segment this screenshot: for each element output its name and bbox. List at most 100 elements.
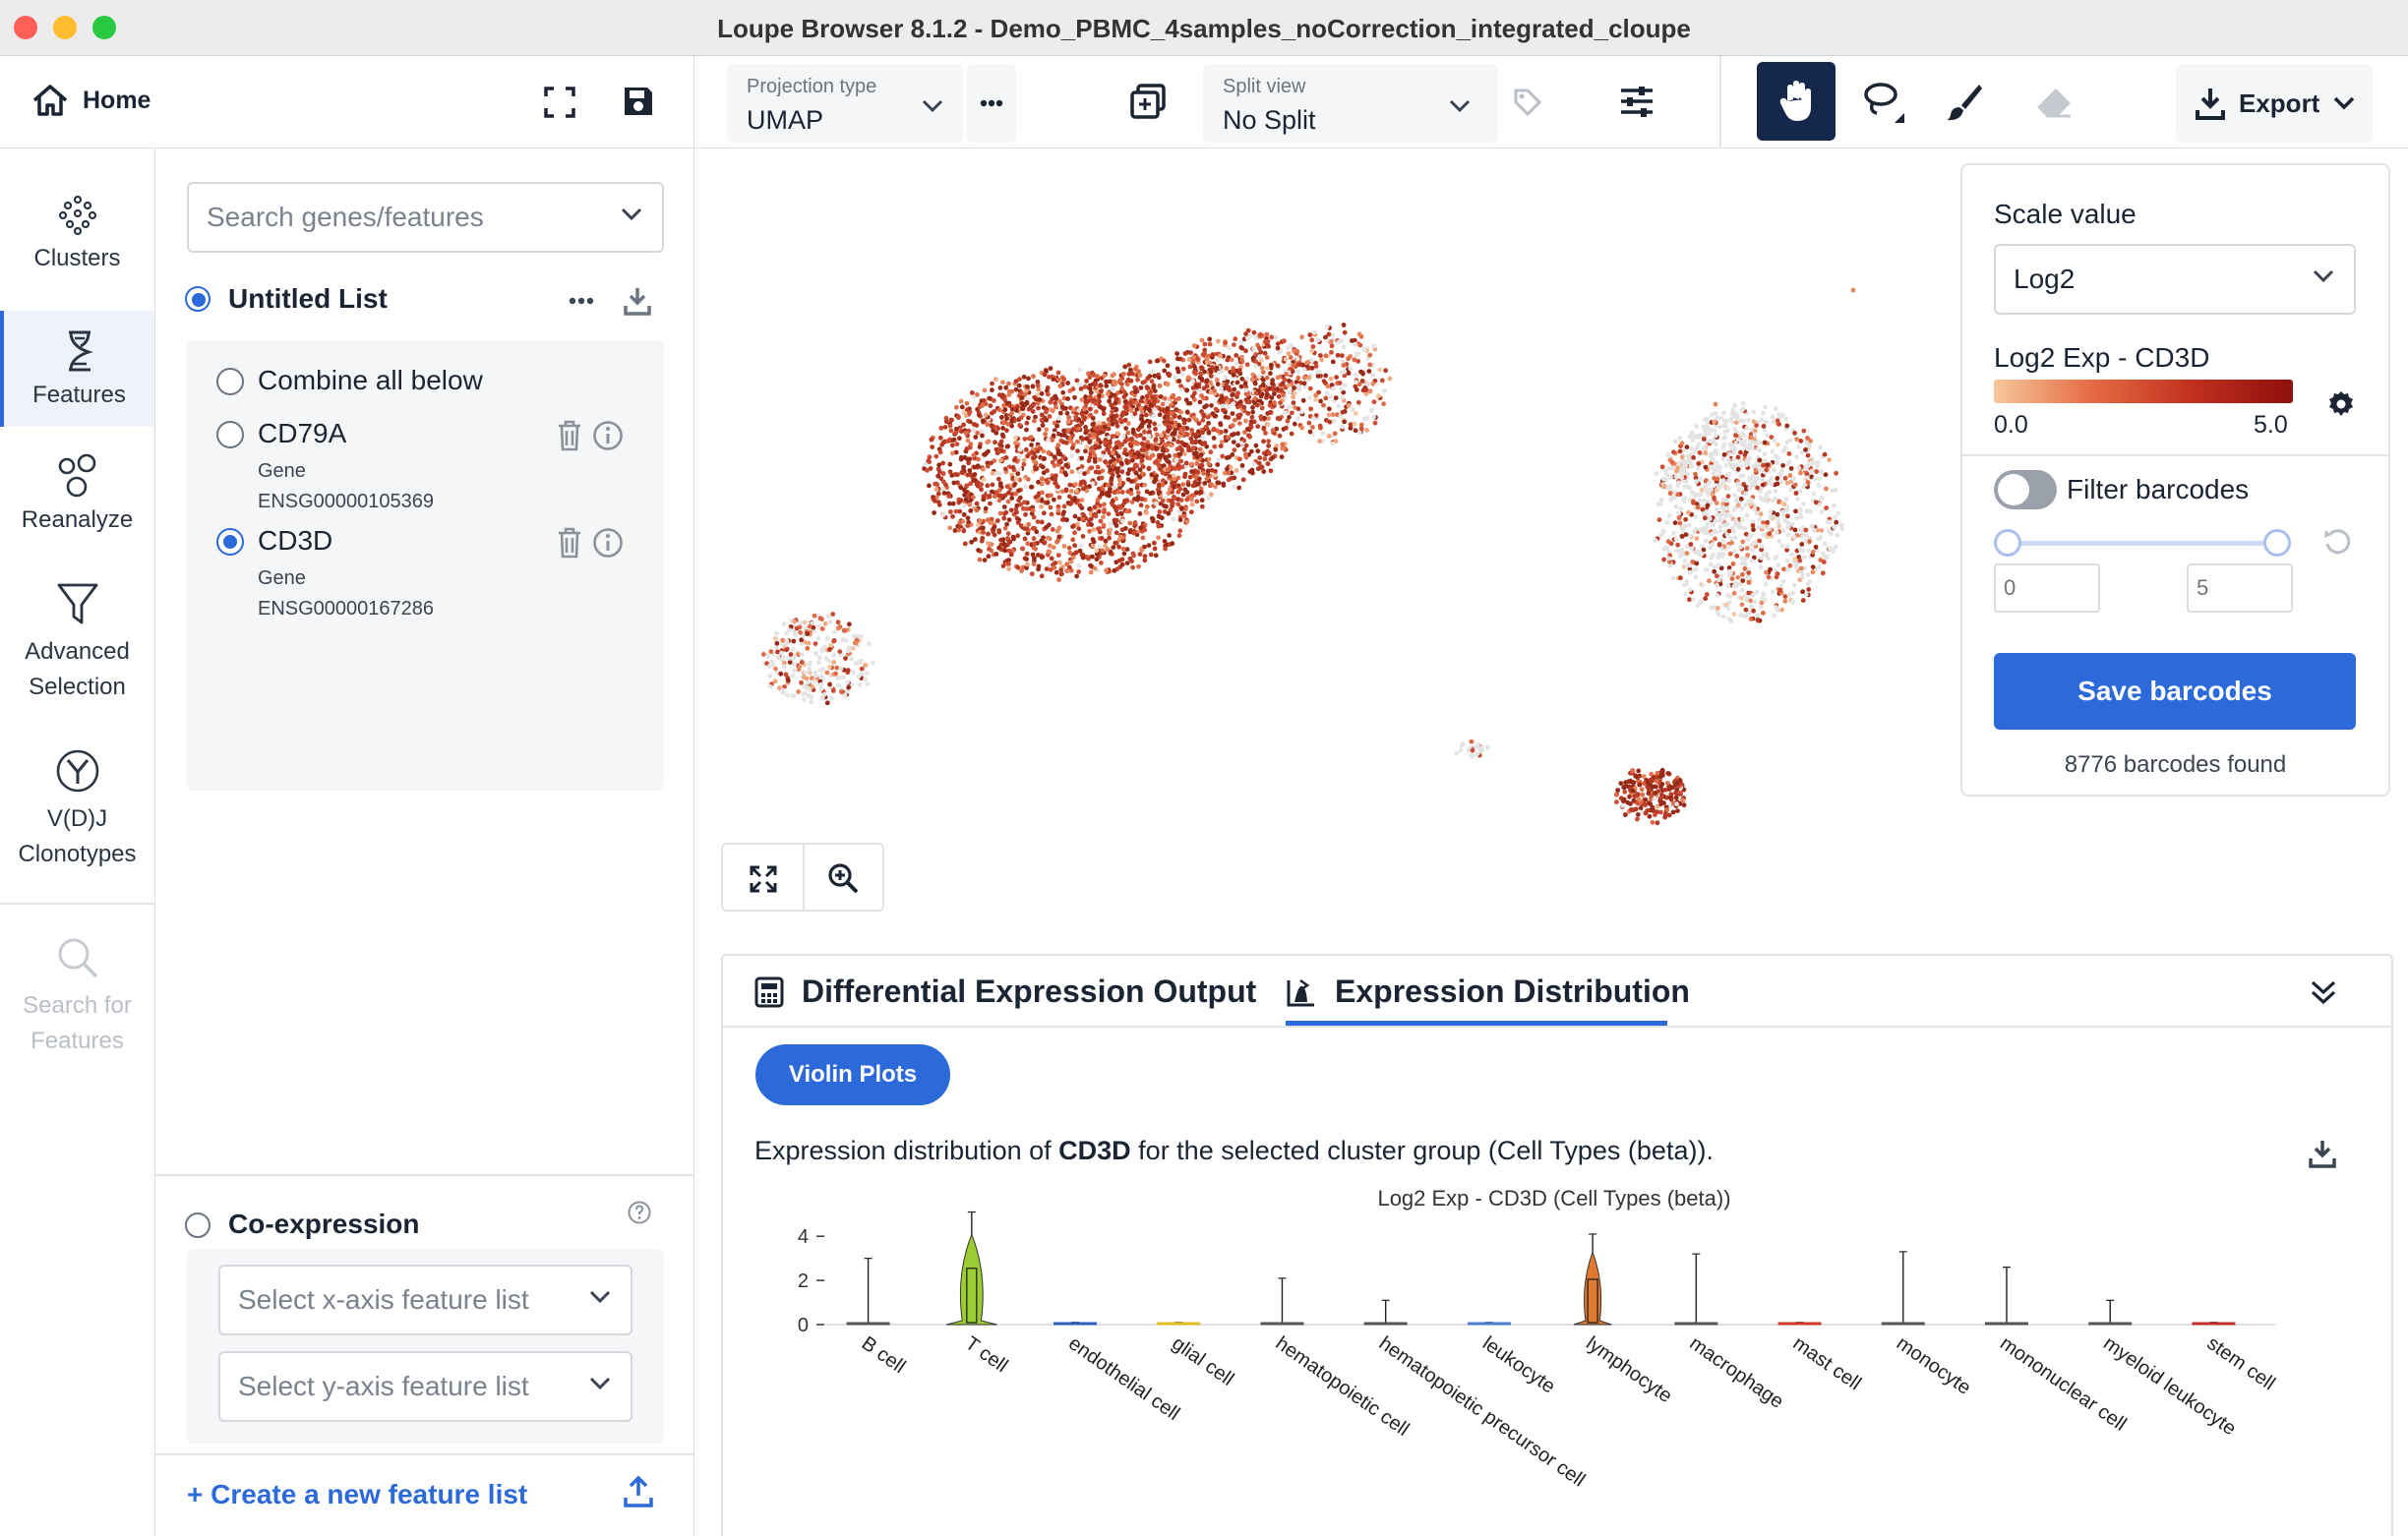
y-tick-label: 2 <box>798 1270 809 1292</box>
help-icon[interactable] <box>628 1201 651 1224</box>
sidebar-item-clusters[interactable]: Clusters <box>0 192 154 272</box>
scale-value-select[interactable]: Log2 <box>1994 244 2356 315</box>
sidebar-item-advanced-selection[interactable]: Advanced Selection <box>0 581 154 705</box>
tab-divider <box>723 1026 2391 1028</box>
x-tick-label: macrophage <box>1685 1332 1787 1413</box>
fullscreen-icon[interactable] <box>543 86 576 119</box>
scale-value-title: Scale value <box>1994 199 2137 229</box>
x-tick-label: glial cell <box>1168 1332 1237 1390</box>
lasso-icon[interactable] <box>1861 80 1906 125</box>
search-icon <box>58 938 97 978</box>
projection-type-label: Projection type <box>747 76 877 97</box>
combine-all-radio[interactable] <box>216 368 244 395</box>
panel-divider <box>155 1453 693 1455</box>
zoom-in-icon[interactable] <box>827 862 859 894</box>
projection-more-button[interactable] <box>967 64 1016 143</box>
gene-radio-cd3d[interactable] <box>216 528 244 556</box>
projection-type-value: UMAP <box>747 105 824 135</box>
sidebar-item-label: Advanced Selection <box>25 638 130 700</box>
download-icon[interactable] <box>2309 1139 2336 1168</box>
y-axis-feature-select[interactable]: Select y-axis feature list <box>218 1351 632 1422</box>
sidebar-item-features[interactable]: Features <box>0 311 154 427</box>
sidebar-item-reanalyze[interactable]: Reanalyze <box>0 453 154 534</box>
x-tick-label: T cell <box>961 1332 1011 1377</box>
pan-tool-button[interactable] <box>1757 62 1836 141</box>
trash-icon[interactable] <box>557 420 582 451</box>
description-gene: CD3D <box>1058 1136 1131 1165</box>
trash-icon[interactable] <box>557 527 582 559</box>
card-divider <box>1962 454 2388 456</box>
bottom-panel: Differential Expression Output Expressio… <box>721 954 2393 1536</box>
clusters-icon <box>58 195 96 236</box>
save-barcodes-button[interactable]: Save barcodes <box>1994 653 2356 730</box>
umap-cluster[interactable] <box>1653 400 1844 623</box>
coexpression-box: Select x-axis feature list Select y-axis… <box>187 1249 664 1444</box>
sidebar-item-label: Clusters <box>33 245 121 271</box>
chevron-down-icon <box>1449 99 1471 113</box>
toggle-knob <box>1998 474 2029 505</box>
tab-differential-expression[interactable]: Differential Expression Output <box>754 974 1256 1010</box>
window-title: Loupe Browser 8.1.2 - Demo_PBMC_4samples… <box>717 14 1691 43</box>
umap-point <box>1713 401 1718 407</box>
tag-icon[interactable] <box>1513 88 1542 117</box>
search-genes-placeholder: Search genes/features <box>207 202 484 232</box>
range-slider-max-handle[interactable] <box>2263 529 2291 557</box>
split-view-select[interactable]: Split view No Split <box>1203 64 1498 143</box>
x-tick-label: endothelial cell <box>1064 1332 1183 1425</box>
hand-icon <box>1779 81 1811 121</box>
eraser-icon[interactable] <box>2034 86 2074 119</box>
filter-barcodes-toggle[interactable] <box>1994 470 2057 509</box>
range-slider-min-handle[interactable] <box>1994 529 2021 557</box>
export-button[interactable]: Export <box>2176 64 2373 143</box>
description-suffix: for the selected cluster group (Cell Typ… <box>1130 1136 1714 1165</box>
zoom-divider <box>803 845 805 910</box>
info-icon[interactable] <box>592 527 624 559</box>
sidebar-item-vdj-clonotypes[interactable]: V(D)J Clonotypes <box>0 748 154 872</box>
upload-icon[interactable] <box>624 1476 653 1507</box>
home-icon <box>32 85 68 116</box>
untitled-list-radio[interactable] <box>185 286 211 312</box>
range-min-input[interactable] <box>1994 563 2100 613</box>
range-slider-track[interactable] <box>2006 541 2275 546</box>
distribution-icon <box>1287 978 1314 1006</box>
reset-icon[interactable] <box>2322 527 2352 557</box>
x-axis-feature-select[interactable]: Select x-axis feature list <box>218 1265 632 1335</box>
home-header: Home <box>0 56 694 148</box>
tab-expression-distribution[interactable]: Expression Distribution <box>1286 974 1690 1010</box>
download-icon[interactable] <box>624 286 651 316</box>
chart-title: Log2 Exp - CD3D (Cell Types (beta)) <box>1377 1186 1730 1211</box>
range-max-input[interactable] <box>2187 563 2293 613</box>
chevron-down-icon <box>2313 269 2334 283</box>
distribution-description: Expression distribution of CD3D for the … <box>754 1136 1714 1166</box>
gene-radio-cd79a[interactable] <box>216 421 244 448</box>
violin-shape <box>946 1233 997 1326</box>
projection-type-select[interactable]: Projection type UMAP <box>727 64 963 143</box>
umap-cluster[interactable] <box>1277 323 1393 446</box>
more-icon[interactable] <box>569 297 594 305</box>
violin-plots-button[interactable]: Violin Plots <box>755 1044 950 1105</box>
coexpression-title: Co-expression <box>228 1209 420 1239</box>
home-button[interactable]: Home <box>31 84 150 117</box>
chevron-down-icon <box>2334 96 2355 110</box>
chevron-down-icon <box>922 99 943 113</box>
umap-cluster[interactable] <box>760 612 875 706</box>
collapse-chevrons-icon[interactable] <box>2309 977 2338 1007</box>
umap-point <box>1850 287 1856 293</box>
info-icon[interactable] <box>592 420 624 451</box>
gear-icon[interactable] <box>2326 389 2356 419</box>
violin-shape <box>1573 1250 1612 1326</box>
sidebar-item-search-for-features[interactable]: Search for Features <box>0 935 154 1059</box>
brush-icon[interactable] <box>1946 82 1983 121</box>
umap-cluster[interactable] <box>1454 738 1490 759</box>
layers-icon[interactable] <box>1129 83 1167 120</box>
settings-sliders-icon[interactable] <box>1619 86 1655 117</box>
more-icon <box>980 99 1003 107</box>
search-genes-input[interactable]: Search genes/features <box>187 182 664 253</box>
umap-cluster[interactable] <box>1613 767 1687 826</box>
expand-icon[interactable] <box>749 864 778 894</box>
gene-type: Gene <box>258 567 306 589</box>
export-label: Export <box>2239 88 2320 118</box>
save-icon[interactable] <box>622 85 655 118</box>
create-feature-list-link[interactable]: + Create a new feature list <box>187 1479 527 1510</box>
coexpression-radio[interactable] <box>185 1212 211 1238</box>
